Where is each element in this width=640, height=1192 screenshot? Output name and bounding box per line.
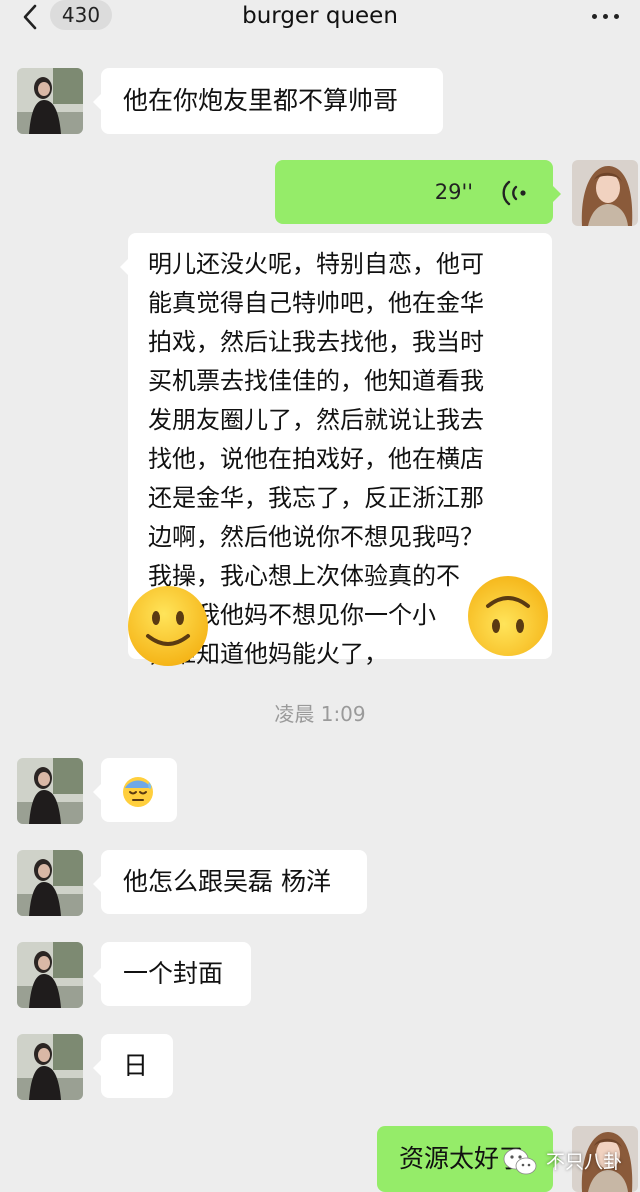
chat-title: burger queen [242, 3, 398, 29]
more-dots-icon[interactable] [592, 14, 622, 20]
smiling-face-icon [128, 586, 208, 666]
message-bubble[interactable]: 日 [93, 1034, 173, 1098]
sweat-face-icon [123, 777, 153, 807]
message-bubble[interactable]: 一个封面 [93, 942, 251, 1006]
voice-message-bubble[interactable]: 29'' [275, 160, 561, 224]
wechat-logo-icon [503, 1148, 537, 1175]
message-timestamp: 凌晨 1:09 [274, 702, 366, 726]
message-text: 他在你炮友里都不算帅哥 [123, 86, 399, 115]
message-bubble[interactable]: 他在你炮友里都不算帅哥 [93, 68, 443, 134]
message-bubble[interactable]: 他怎么跟吴磊 杨洋 [93, 850, 367, 914]
chat-header: 430 burger queen [0, 0, 640, 36]
watermark-text: 不只八卦 [545, 1151, 622, 1173]
contact-avatar[interactable] [17, 68, 83, 134]
message-text: 日 [123, 1051, 149, 1080]
watermark: 不只八卦 [503, 1146, 622, 1178]
message-text: 他怎么跟吴磊 杨洋 [123, 867, 331, 896]
message-text: 一个封面 [123, 959, 224, 988]
voice-duration: 29'' [434, 180, 473, 204]
my-avatar[interactable] [572, 160, 638, 226]
contact-avatar[interactable] [17, 1034, 83, 1100]
contact-avatar[interactable] [17, 942, 83, 1008]
contact-avatar[interactable] [17, 850, 83, 916]
message-bubble[interactable] [93, 758, 177, 822]
voice-wave-icon [502, 180, 526, 206]
contact-avatar[interactable] [17, 758, 83, 824]
upside-down-face-icon [468, 576, 548, 656]
